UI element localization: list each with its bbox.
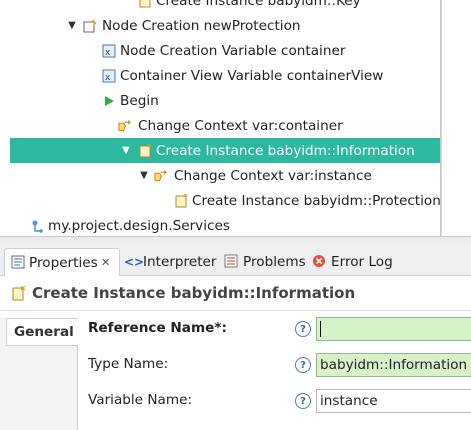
tree-row-create-instance-protection[interactable]: Create Instance babyidm::Protection: [10, 188, 440, 213]
reference-name-label: Reference Name*:: [88, 320, 227, 336]
model-tree[interactable]: Create Instance babyidm::Key ▼ Node Crea…: [0, 0, 441, 236]
tab-error-log[interactable]: Error Log: [312, 248, 402, 276]
properties-title: Create Instance babyidm::Information: [32, 284, 356, 302]
expanded-twisty-icon[interactable]: ▼: [66, 20, 78, 32]
create-instance-icon: [138, 143, 152, 158]
expanded-twisty-icon[interactable]: ▼: [120, 145, 132, 157]
divider: [0, 310, 471, 311]
reference-name-input[interactable]: [316, 317, 471, 341]
tab-label: Problems: [243, 254, 306, 270]
expanded-twisty-icon[interactable]: ▼: [138, 170, 150, 182]
svg-text:x: x: [105, 73, 111, 83]
change-context-icon: [118, 119, 132, 133]
variable-icon: x: [102, 44, 116, 58]
tree-row-label: Node Creation newProtection: [102, 17, 301, 34]
change-context-icon: [154, 169, 168, 183]
properties-header: Create Instance babyidm::Information: [0, 276, 471, 310]
problems-icon: [224, 254, 238, 272]
view-tab-bar: Properties ✕ <> Interpreter Problems Err…: [0, 244, 471, 276]
type-name-label: Type Name:: [88, 356, 169, 372]
properties-view-icon: [11, 255, 25, 273]
tree-row-label: my.project.design.Services: [48, 217, 230, 234]
tab-problems[interactable]: Problems: [224, 248, 308, 276]
vertical-tab-general[interactable]: General: [6, 318, 78, 346]
tree-row-node-creation[interactable]: ▼ Node Creation newProtection: [10, 13, 440, 38]
tree-row-label: Create Instance babyidm::Protection: [192, 192, 441, 209]
node-creation-icon: [83, 19, 97, 33]
tree-row-label: Change Context var:instance: [174, 167, 372, 184]
tree-row-change-context-instance[interactable]: ▼ Change Context var:instance: [10, 163, 440, 188]
tab-properties[interactable]: Properties ✕: [4, 248, 120, 276]
tab-label: Interpreter: [143, 254, 217, 270]
close-tab-icon[interactable]: ✕: [101, 256, 110, 269]
tab-interpreter[interactable]: <> Interpreter: [124, 248, 220, 276]
tree-row-create-instance-key[interactable]: Create Instance babyidm::Key: [10, 0, 440, 13]
properties-view: Create Instance babyidm::Information Gen…: [0, 276, 471, 430]
help-icon[interactable]: ?: [295, 393, 311, 409]
type-name-input[interactable]: babyidm::Information: [316, 353, 471, 377]
services-icon: [30, 219, 44, 233]
tree-row-create-instance-information[interactable]: ▼ Create Instance babyidm::Information: [10, 138, 440, 163]
tree-row-label: Container View Variable containerView: [120, 67, 384, 84]
variable-name-input[interactable]: instance: [316, 389, 471, 413]
tree-row-label: Change Context var:container: [138, 117, 343, 134]
error-log-icon: [312, 254, 326, 272]
create-instance-icon: [138, 0, 152, 8]
text-caret: [320, 321, 321, 337]
vertical-tab-list: General: [0, 318, 78, 430]
editor-side-panel: [441, 0, 471, 236]
create-instance-icon: [12, 285, 26, 305]
begin-arrow-icon: [102, 94, 116, 108]
tree-row-label: Create Instance babyidm::Information: [156, 142, 415, 159]
create-instance-icon: [174, 193, 188, 208]
tree-row-begin[interactable]: Begin: [10, 88, 440, 113]
tree-row-container-view-variable[interactable]: x Container View Variable containerView: [10, 63, 440, 88]
tree-row-label: Begin: [120, 92, 159, 109]
help-icon[interactable]: ?: [295, 357, 311, 373]
variable-name-label: Variable Name:: [88, 392, 193, 408]
variable-icon: x: [102, 69, 116, 83]
interpreter-icon: <>: [124, 255, 145, 269]
tab-label: Properties: [29, 254, 98, 271]
tree-row-label: Node Creation Variable container: [120, 42, 346, 59]
tree-row-label: Create Instance babyidm::Key: [156, 0, 361, 9]
svg-text:x: x: [105, 48, 111, 58]
help-icon[interactable]: ?: [295, 321, 311, 337]
tree-row-node-creation-variable[interactable]: x Node Creation Variable container: [10, 38, 440, 63]
view-sash[interactable]: [0, 236, 471, 244]
tree-row-change-context-container[interactable]: Change Context var:container: [10, 113, 440, 138]
tree-row-services[interactable]: my.project.design.Services: [10, 213, 440, 236]
tab-label: Error Log: [331, 254, 393, 270]
